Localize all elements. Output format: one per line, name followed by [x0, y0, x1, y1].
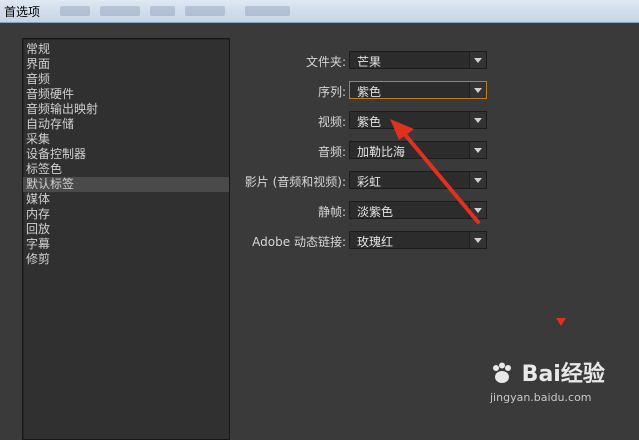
watermark-logo: Bai经验	[490, 356, 605, 388]
watermark-url: jingyan.baidu.com	[490, 391, 592, 404]
watermark-logo-text: Bai经验	[521, 362, 605, 387]
red-triangle-marker-icon	[556, 318, 566, 326]
paw-icon	[493, 362, 511, 383]
baidu-jingyan-watermark: Bai经验 jingyan.baidu.com	[470, 352, 635, 412]
